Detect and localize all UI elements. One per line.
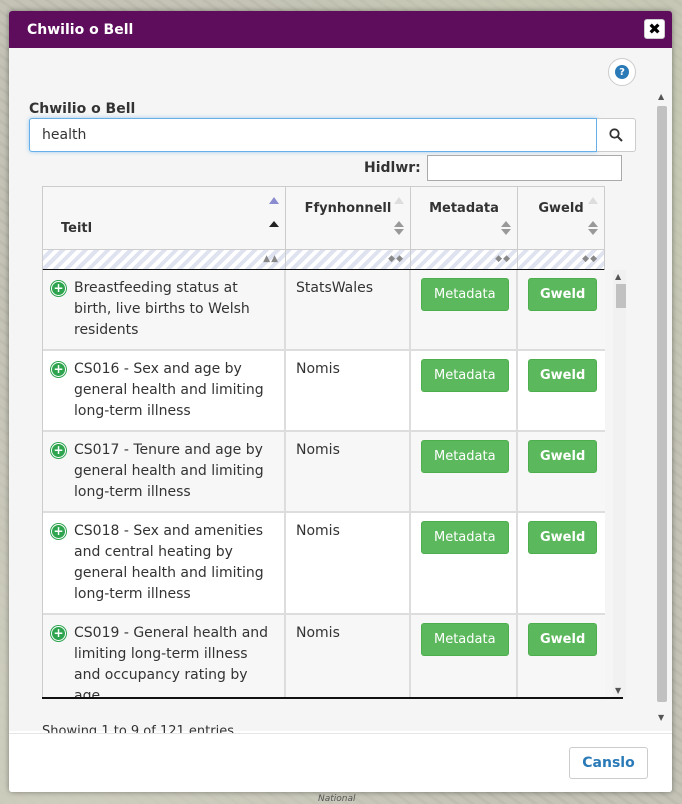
column-header-view[interactable]: Gweld (518, 187, 604, 249)
close-button[interactable]: ✖ (644, 19, 665, 39)
cancel-button[interactable]: Canslo (569, 747, 648, 779)
table-header: Teitl Ffynhonnell Metadata Gweld ▲▲ ◆◆ ◆… (42, 186, 605, 271)
sort-ghost-icon (588, 197, 598, 204)
metadata-button[interactable]: Metadata (421, 359, 509, 392)
sort-icon (501, 221, 511, 235)
column-header-metadata[interactable]: Metadata (411, 187, 518, 249)
table-bottom-border (42, 697, 623, 699)
sort-icon (269, 221, 279, 235)
table-row: + Breastfeeding status at birth, live bir… (43, 270, 605, 351)
dialog-footer: Canslo (9, 733, 672, 792)
metadata-button[interactable]: Metadata (421, 623, 509, 656)
table-filter: Hidlwr: (364, 155, 622, 181)
sort-ghost-icon (394, 197, 404, 204)
row-title: CS017 - Tenure and age by general health… (74, 442, 264, 500)
column-filter-metadata[interactable]: ◆◆ (411, 250, 518, 269)
view-button[interactable]: Gweld (528, 623, 598, 656)
table-row: + CS016 - Sex and age by general health a… (43, 351, 605, 432)
scroll-down-icon[interactable]: ▼ (658, 713, 664, 722)
expand-plus-icon[interactable]: + (51, 362, 66, 377)
search-icon (609, 128, 623, 142)
row-source: Nomis (286, 615, 411, 697)
help-button[interactable]: ? (608, 58, 636, 86)
metadata-button[interactable]: Metadata (421, 278, 509, 311)
table-body: + Breastfeeding status at birth, live bir… (42, 270, 605, 697)
view-button[interactable]: Gweld (528, 521, 598, 554)
sort-icon (588, 221, 598, 235)
sort-icon: ◆◆ (388, 254, 404, 264)
view-button[interactable]: Gweld (528, 440, 598, 473)
row-title: CS016 - Sex and age by general health an… (74, 361, 264, 419)
expand-plus-icon[interactable]: + (51, 443, 66, 458)
column-filter-title[interactable]: ▲▲ (43, 250, 286, 269)
table-row: + CS019 - General health and limiting lon… (43, 615, 605, 697)
help-icon: ? (615, 65, 629, 79)
results-table: Teitl Ffynhonnell Metadata Gweld ▲▲ ◆◆ ◆… (42, 186, 626, 701)
table-row: + CS018 - Sex and amenities and central h… (43, 513, 605, 615)
dialog-header: Chwilio o Bell ✖ (9, 11, 672, 48)
scroll-up-icon[interactable]: ▲ (658, 92, 664, 101)
filter-input[interactable] (426, 155, 622, 181)
dialog-scrollbar[interactable]: ▲ ▼ (656, 92, 668, 722)
row-title: CS018 - Sex and amenities and central he… (74, 523, 264, 602)
remote-search-dialog: Chwilio o Bell ✖ ? Chwilio o Bell Hidlwr… (9, 11, 672, 792)
map-place-label: National (318, 794, 356, 804)
metadata-button[interactable]: Metadata (421, 440, 509, 473)
sort-icon: ▲▲ (263, 254, 279, 264)
expand-plus-icon[interactable]: + (51, 281, 66, 296)
scroll-up-icon[interactable]: ▲ (615, 272, 621, 281)
scroll-thumb[interactable] (616, 284, 626, 308)
table-row: + CS017 - Tenure and age by general healt… (43, 432, 605, 513)
row-title: Breastfeeding status at birth, live birt… (74, 280, 250, 338)
search-bar (29, 118, 636, 152)
column-filter-source[interactable]: ◆◆ (286, 250, 411, 269)
sort-icon: ◆◆ (582, 254, 598, 264)
scroll-thumb[interactable] (657, 106, 667, 702)
close-icon: ✖ (648, 20, 661, 38)
sort-asc-indicator-icon (269, 197, 279, 204)
row-source: StatsWales (286, 270, 411, 349)
row-source: Nomis (286, 513, 411, 613)
row-source: Nomis (286, 351, 411, 430)
column-filter-view[interactable]: ◆◆ (518, 250, 604, 269)
sort-icon: ◆◆ (495, 254, 511, 264)
search-button[interactable] (597, 118, 636, 152)
search-input[interactable] (29, 118, 597, 152)
column-header-source[interactable]: Ffynhonnell (286, 187, 411, 249)
table-scrollbar[interactable]: ▲ ▼ (613, 270, 626, 697)
scroll-down-icon[interactable]: ▼ (615, 686, 621, 695)
metadata-button[interactable]: Metadata (421, 521, 509, 554)
section-title: Chwilio o Bell (29, 101, 136, 117)
column-filter-strip: ▲▲ ◆◆ ◆◆ ◆◆ (43, 249, 604, 269)
column-header-title[interactable]: Teitl (43, 187, 286, 249)
dialog-title: Chwilio o Bell (27, 21, 134, 38)
view-button[interactable]: Gweld (528, 359, 598, 392)
row-title: CS019 - General health and limiting long… (74, 625, 269, 697)
expand-plus-icon[interactable]: + (51, 626, 66, 641)
sort-icon (394, 221, 404, 235)
row-source: Nomis (286, 432, 411, 511)
expand-plus-icon[interactable]: + (51, 524, 66, 539)
filter-label: Hidlwr: (364, 160, 421, 176)
dialog-body: ? Chwilio o Bell Hidlwr: Teitl (9, 48, 672, 734)
view-button[interactable]: Gweld (528, 278, 598, 311)
